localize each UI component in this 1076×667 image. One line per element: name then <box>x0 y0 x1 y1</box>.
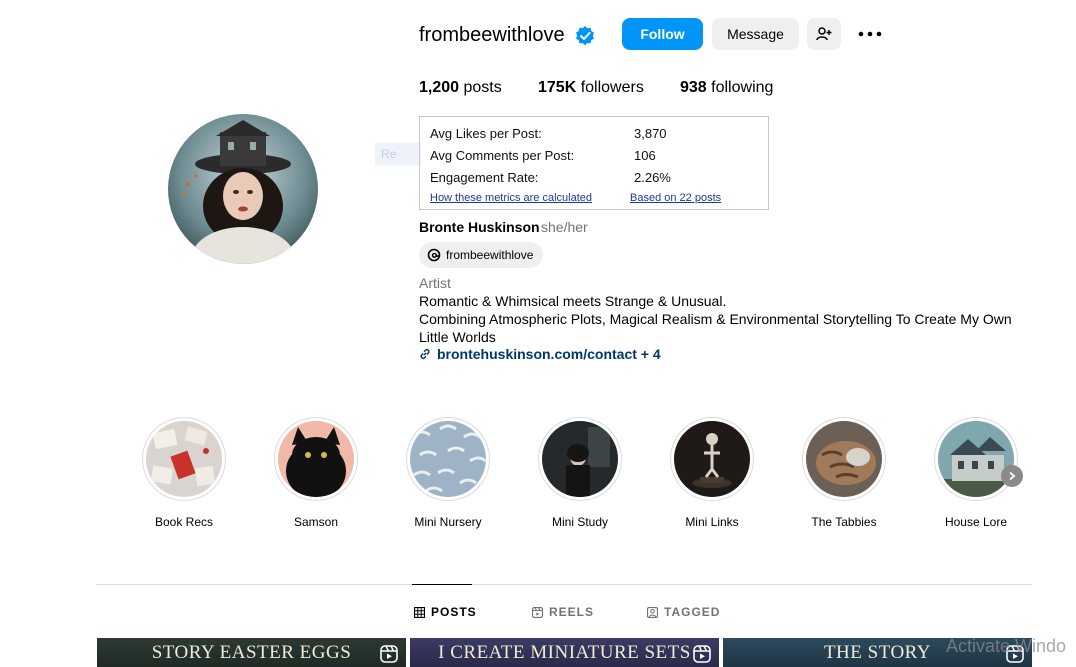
bio-line: Romantic & Whimsical meets Strange & Unu… <box>419 293 727 309</box>
message-button[interactable]: Message <box>712 18 799 50</box>
highlight-cover <box>674 421 750 497</box>
profile-avatar[interactable] <box>168 114 318 264</box>
post-title-text: I CREATE MINIATURE SETS <box>438 641 691 663</box>
followers-count: 175K <box>538 79 577 96</box>
reel-icon <box>693 645 711 663</box>
windows-activation-watermark: Activate Windo <box>946 636 1067 656</box>
chevron-right-icon <box>1009 471 1016 481</box>
highlight-cover <box>938 421 1014 497</box>
story-highlight[interactable]: Book Recs <box>141 417 227 529</box>
add-person-icon <box>816 27 832 41</box>
threads-icon <box>427 248 441 262</box>
grid-icon <box>414 606 425 618</box>
highlight-label: Book Recs <box>154 515 214 529</box>
tagged-icon <box>647 606 658 618</box>
metrics-based-link[interactable]: Based on 22 posts <box>630 192 721 204</box>
story-highlight[interactable]: Mini Study <box>537 417 623 529</box>
highlight-label: Mini Study <box>551 515 609 529</box>
story-highlight[interactable]: Samson <box>273 417 359 529</box>
posts-stat: 1,200 posts <box>419 79 502 97</box>
metrics-how-link[interactable]: How these metrics are calculated <box>430 192 592 204</box>
tabs-divider <box>96 584 1032 585</box>
profile-full-name: Bronte Huskinson <box>419 219 540 235</box>
tab-label: POSTS <box>431 605 477 619</box>
verified-badge-icon <box>576 26 594 46</box>
link-icon <box>420 349 430 359</box>
more-options-icon[interactable] <box>857 28 883 40</box>
metric-value: 3,870 <box>634 126 667 141</box>
metric-label: Avg Comments per Post: <box>430 148 575 163</box>
metric-value: 106 <box>634 148 656 163</box>
profile-link-text: brontehuskinson.com/contact + 4 <box>437 346 661 362</box>
profile-username: frombeewithlove <box>419 24 565 46</box>
highlight-cover <box>410 421 486 497</box>
bio-line: Little Worlds <box>419 329 496 345</box>
metric-label: Engagement Rate: <box>430 170 539 185</box>
highlight-label: Samson <box>293 515 339 529</box>
metric-label: Avg Likes per Post: <box>430 126 542 141</box>
highlight-label: House Lore <box>944 515 1008 529</box>
translucent-overlay: Re <box>375 143 421 165</box>
post-title-text: STORY EASTER EGGS <box>151 641 352 663</box>
tab-reels[interactable]: REELS <box>532 605 594 619</box>
highlight-label: Mini Nursery <box>414 515 482 529</box>
highlight-cover <box>278 421 354 497</box>
following-count: 938 <box>680 79 707 96</box>
profile-pronouns: she/her <box>541 219 588 235</box>
post-thumbnail[interactable]: I CREATE MINIATURE SETS <box>410 638 719 667</box>
story-highlight[interactable]: Mini Links <box>669 417 755 529</box>
reel-icon <box>380 645 398 663</box>
following-stat[interactable]: 938 following <box>680 79 773 97</box>
suggested-users-button[interactable] <box>807 18 841 50</box>
highlight-cover <box>146 421 222 497</box>
highlight-cover <box>806 421 882 497</box>
highlight-label: Mini Links <box>685 515 739 529</box>
threads-badge[interactable]: frombeewithlove <box>419 242 544 268</box>
highlights-next-button[interactable] <box>1001 465 1023 487</box>
posts-label: posts <box>463 79 502 96</box>
followers-label: followers <box>580 79 644 96</box>
tab-label: REELS <box>549 605 595 619</box>
follow-button[interactable]: Follow <box>622 18 703 50</box>
tab-posts[interactable]: POSTS <box>414 605 477 619</box>
tab-label: TAGGED <box>664 605 721 619</box>
threads-handle: frombeewithlove <box>446 248 534 262</box>
following-label: following <box>711 79 774 96</box>
story-highlight[interactable]: The Tabbies <box>801 417 887 529</box>
engagement-metrics-panel: Avg Likes per Post: 3,870 Avg Comments p… <box>419 116 769 210</box>
story-highlight[interactable]: Mini Nursery <box>405 417 491 529</box>
highlight-label: The Tabbies <box>811 515 877 529</box>
overlay-text: Re <box>381 147 397 161</box>
highlight-cover <box>542 421 618 497</box>
profile-link[interactable]: brontehuskinson.com/contact + 4 <box>419 346 661 362</box>
post-thumbnail[interactable]: STORY EASTER EGGS <box>97 638 406 667</box>
reels-icon <box>532 606 543 618</box>
active-tab-indicator <box>412 584 472 585</box>
followers-stat[interactable]: 175K followers <box>538 79 644 97</box>
posts-count: 1,200 <box>419 79 460 96</box>
tab-tagged[interactable]: TAGGED <box>647 605 720 619</box>
post-title-text: THE STORY <box>823 641 932 663</box>
bio-line: Combining Atmospheric Plots, Magical Rea… <box>419 311 1012 327</box>
metric-value: 2.26% <box>634 170 671 185</box>
profile-category: Artist <box>419 275 451 291</box>
